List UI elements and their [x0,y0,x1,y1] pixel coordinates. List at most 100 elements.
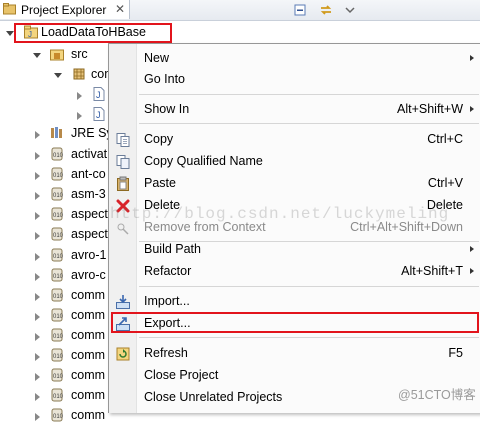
jar-label: aspect [71,207,108,221]
jar-icon: 010 [50,147,64,161]
collapsed-arrow-icon[interactable] [35,131,40,139]
jre-label: JRE Sy [71,126,113,140]
collapsed-arrow-icon[interactable] [35,172,40,180]
tree-item-jar[interactable]: 010 activat [0,145,108,166]
submenu-arrow-icon [470,246,474,252]
jar-label: comm [71,288,106,302]
menu-item-copy[interactable]: Copy Ctrl+C [109,128,480,150]
menu-item-label: Copy [144,132,174,146]
src-label: src [71,47,88,61]
menu-item-import[interactable]: Import... [109,290,480,312]
jar-icon: 010 [50,268,64,282]
svg-text:010: 010 [53,354,64,360]
tab-project-explorer[interactable]: Project Explorer ✕ [0,0,130,19]
tab-title: Project Explorer [21,3,107,17]
collapsed-arrow-icon[interactable] [35,273,40,281]
menu-item-label: Show In [144,102,190,116]
menu-item-refactor[interactable]: Refactor Alt+Shift+T [109,260,480,282]
tree-item-jar[interactable]: 010 comm [0,406,108,427]
remove-context-icon [115,220,131,236]
menu-item-build-path[interactable]: Build Path [109,238,480,260]
jar-label: avro-1 [71,248,107,262]
menu-item-show-in[interactable]: Show In Alt+Shift+W [109,98,480,120]
package-icon [72,67,86,81]
collapsed-arrow-icon[interactable] [35,192,40,200]
svg-text:J: J [96,90,101,100]
jar-icon: 010 [50,308,64,322]
menu-separator [139,337,479,338]
menu-item-copy-qualified-name[interactable]: Copy Qualified Name [109,150,480,172]
collapsed-arrow-icon[interactable] [35,333,40,341]
jar-label: comm [71,348,106,362]
jar-icon: 010 [50,288,64,302]
tree-item-jar[interactable]: 010 comm [0,306,108,327]
menu-item-refresh[interactable]: Refresh F5 [109,342,480,364]
tree-item-jar[interactable]: 010 avro-c [0,266,108,287]
collapse-all-icon[interactable] [292,2,308,18]
view-menu-icon[interactable] [342,2,358,18]
source-folder-icon [50,47,64,61]
tree-item-jar[interactable]: 010 aspect [0,205,108,226]
submenu-arrow-icon [470,55,474,61]
jar-icon: 010 [50,227,64,241]
menu-item-label: Copy Qualified Name [144,154,263,168]
menu-item-go-into[interactable]: Go Into [109,68,480,90]
tree-item-jar[interactable]: 010 ant-co [0,165,108,186]
menu-item-label: Build Path [144,242,201,256]
collapsed-arrow-icon[interactable] [35,353,40,361]
menu-separator [139,286,479,287]
expanded-arrow-icon[interactable] [6,31,14,36]
java-file-icon: J [92,87,106,101]
jar-icon: 010 [50,207,64,221]
expanded-arrow-icon[interactable] [33,53,41,58]
menu-item-new[interactable]: New [109,47,480,69]
collapsed-arrow-icon[interactable] [35,232,40,240]
jar-label: activat [71,147,108,161]
svg-text:010: 010 [53,173,64,179]
tree-item-jar[interactable]: 010 avro-1 [0,246,108,267]
tree-item-package[interactable]: com [0,65,115,86]
menu-item-paste[interactable]: Paste Ctrl+V [109,172,480,194]
tree-item-jar[interactable]: 010 asm-3 [0,185,108,206]
menu-item-shortcut: Ctrl+V [427,176,463,190]
collapsed-arrow-icon[interactable] [35,313,40,321]
java-file-icon: J [92,107,106,121]
menu-item-shortcut: F5 [448,346,463,360]
menu-item-label: Go Into [144,72,185,86]
copy-icon [115,132,131,148]
collapsed-arrow-icon[interactable] [35,152,40,160]
svg-text:010: 010 [53,233,64,239]
collapsed-arrow-icon[interactable] [35,373,40,381]
tree-item-java-file[interactable]: J [0,85,108,106]
tree-item-src[interactable]: src [0,45,108,66]
tree-item-jar[interactable]: 010 comm [0,346,108,367]
expanded-arrow-icon[interactable] [54,73,62,78]
menu-item-shortcut: Alt+Shift+W [397,102,463,116]
menu-item-close-project[interactable]: Close Project [109,364,480,386]
menu-item-delete[interactable]: Delete Delete [109,194,480,216]
close-icon[interactable]: ✕ [115,2,125,16]
submenu-arrow-icon [470,106,474,112]
delete-icon [115,198,131,214]
svg-text:010: 010 [53,153,64,159]
collapsed-arrow-icon[interactable] [35,413,40,421]
tree-item-jar[interactable]: 010 comm [0,386,108,407]
context-menu: New Go Into Show In Alt+Shift+W Copy Ctr… [108,43,480,413]
tree-item-jar[interactable]: 010 comm [0,326,108,347]
collapsed-arrow-icon[interactable] [35,393,40,401]
svg-text:010: 010 [53,414,64,420]
collapsed-arrow-icon[interactable] [77,92,82,100]
svg-text:010: 010 [53,334,64,340]
link-with-editor-icon[interactable] [318,2,334,18]
collapsed-arrow-icon[interactable] [35,253,40,261]
tree-item-jar[interactable]: 010 comm [0,286,108,307]
tree-item-jar[interactable]: 010 aspect [0,225,108,246]
tree-item-java-file[interactable]: J [0,105,108,126]
collapsed-arrow-icon[interactable] [35,293,40,301]
jar-icon: 010 [50,187,64,201]
tree-item-jar[interactable]: 010 comm [0,366,108,387]
tree-item-jre[interactable]: JRE Sy [0,124,113,145]
menu-separator [139,94,479,95]
collapsed-arrow-icon[interactable] [77,112,82,120]
collapsed-arrow-icon[interactable] [35,212,40,220]
